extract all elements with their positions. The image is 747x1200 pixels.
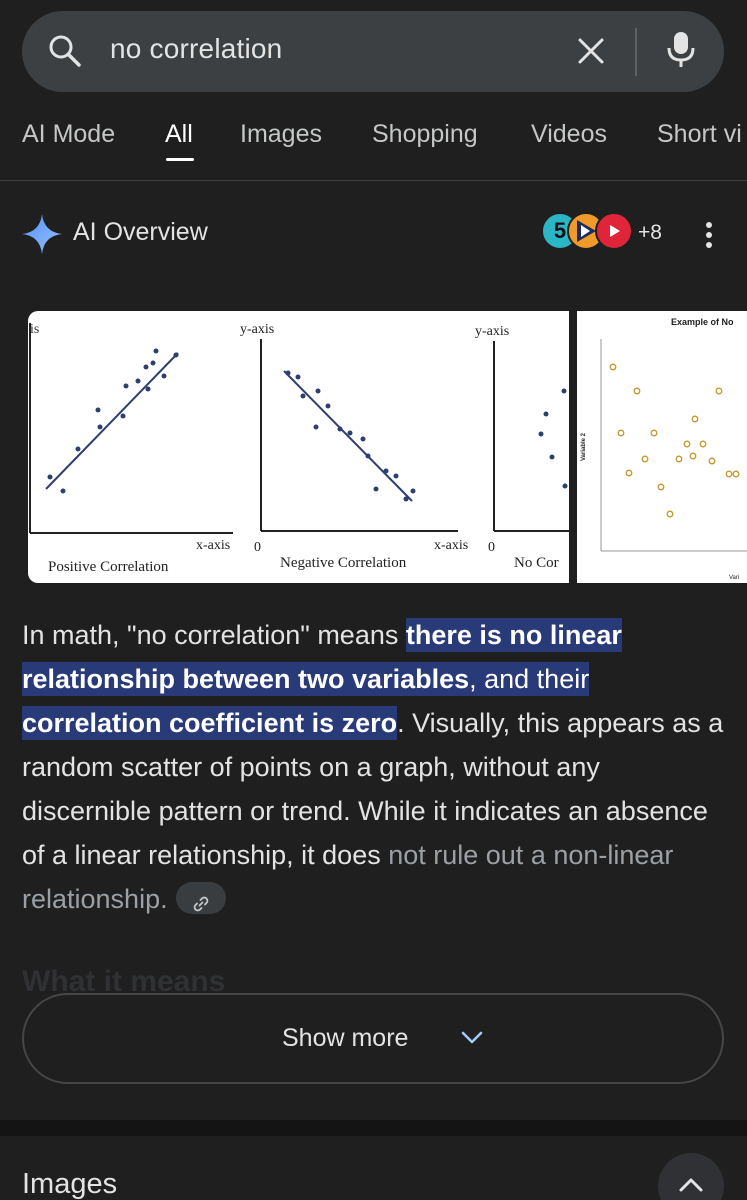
overview-image-carousel[interactable]: is x-axis 0 Positive Correlation y-axis — [28, 311, 747, 583]
images-section-heading: Images — [22, 1168, 118, 1200]
section-divider — [0, 1120, 747, 1136]
chevron-up-icon — [679, 1178, 703, 1192]
youtube-icon — [595, 212, 633, 250]
x-axis-label-1: x-axis — [196, 538, 230, 553]
link-icon — [193, 896, 208, 912]
sources-count[interactable]: +8 — [638, 221, 662, 245]
caption-positive-correlation: Positive Correlation — [48, 559, 169, 575]
search-icon[interactable] — [48, 34, 82, 68]
tab-short-videos[interactable]: Short vi — [657, 120, 742, 149]
tab-all[interactable]: All — [165, 120, 193, 149]
ai-overview-title: AI Overview — [73, 218, 208, 246]
tab-shopping[interactable]: Shopping — [372, 120, 478, 149]
microphone-icon[interactable] — [666, 30, 696, 70]
search-input[interactable]: no correlation — [110, 33, 282, 65]
left-partial-axis-label: is — [30, 322, 39, 337]
correlation-types-figure: is x-axis 0 Positive Correlation y-axis — [29, 322, 569, 575]
x-axis-label: Vari — [729, 575, 739, 581]
ai-overview-text: In math, "no correlation" means there is… — [22, 613, 727, 921]
origin-label-2: 0 — [488, 540, 495, 555]
collapse-button[interactable] — [658, 1153, 724, 1200]
source-icons[interactable]: 5 — [541, 212, 635, 252]
chevron-down-icon — [461, 1031, 483, 1044]
x-axis-label-2: x-axis — [434, 538, 468, 553]
tab-images[interactable]: Images — [240, 120, 322, 149]
more-options-icon[interactable] — [705, 222, 713, 248]
no-correlation-example-figure: Example of No Variable 2 Vari — [581, 317, 747, 581]
overview-text-intro: In math, "no correlation" means — [22, 620, 406, 650]
y-axis-label-1: y-axis — [240, 322, 274, 337]
highlighted-connector[interactable]: , and their — [469, 662, 590, 696]
search-tabs: AI Mode All Images Shopping Videos Short… — [0, 100, 747, 181]
caption-no-correlation: No Cor — [514, 555, 559, 571]
caption-negative-correlation: Negative Correlation — [280, 555, 407, 571]
highlighted-phrase-2[interactable]: correlation coefficient is zero — [22, 706, 398, 740]
active-tab-indicator — [166, 158, 194, 161]
gemini-spark-icon — [22, 214, 62, 254]
origin-label-1: 0 — [254, 540, 261, 555]
search-divider — [635, 28, 637, 76]
show-more-button[interactable]: Show more — [22, 993, 724, 1084]
y-axis-label-2: y-axis — [475, 324, 509, 339]
tab-videos[interactable]: Videos — [531, 120, 607, 149]
example-figure-title: Example of No — [671, 317, 734, 327]
correlation-types-image[interactable]: is x-axis 0 Positive Correlation y-axis — [28, 311, 569, 583]
show-more-label: Show more — [282, 1024, 409, 1052]
tab-ai-mode[interactable]: AI Mode — [22, 120, 115, 149]
citation-link-button[interactable] — [175, 881, 226, 914]
close-icon[interactable] — [577, 37, 605, 65]
no-correlation-example-image[interactable]: Example of No Variable 2 Vari — [577, 311, 747, 583]
y-axis-label: Variable 2 — [581, 432, 587, 461]
